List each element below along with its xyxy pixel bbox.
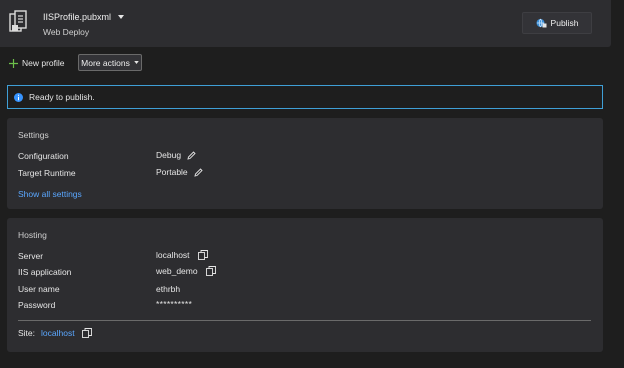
- configuration-text: Debug: [156, 150, 182, 160]
- more-actions-label: More actions: [81, 57, 130, 68]
- profile-selector[interactable]: IISProfile.pubxml: [43, 11, 125, 23]
- profile-file-icon: [9, 10, 29, 34]
- hosting-label-password: Password: [18, 300, 56, 310]
- hosting-label-iis-application: IIS application: [18, 267, 72, 277]
- new-profile-button[interactable]: New profile: [9, 56, 65, 70]
- plus-icon: [9, 58, 18, 68]
- header-panel: [0, 0, 611, 47]
- caret-down-icon: [134, 61, 139, 64]
- caret-down-icon[interactable]: [118, 15, 125, 19]
- settings-label-target-runtime: Target Runtime: [18, 168, 76, 178]
- show-all-settings-link[interactable]: Show all settings: [18, 189, 82, 199]
- server-value: localhost: [156, 250, 208, 260]
- hosting-label-server: Server: [18, 251, 44, 261]
- publish-icon: [536, 18, 547, 28]
- configuration-value: Debug: [156, 150, 196, 160]
- site-link[interactable]: localhost: [41, 328, 75, 338]
- site-row: Site: localhost: [18, 328, 92, 338]
- hosting-panel: Hosting Server localhost IIS application…: [7, 218, 603, 352]
- publish-button[interactable]: Publish: [522, 12, 592, 34]
- copy-icon[interactable]: [197, 250, 208, 260]
- user-name-value: ethrbh: [156, 284, 181, 294]
- profile-name: IISProfile.pubxml: [43, 12, 112, 22]
- info-icon: [14, 92, 23, 102]
- iis-application-value: web_demo: [156, 266, 216, 276]
- info-banner-text: Ready to publish.: [29, 92, 95, 102]
- profile-subtitle: Web Deploy: [43, 27, 90, 37]
- publish-label: Publish: [550, 18, 579, 28]
- copy-icon[interactable]: [205, 266, 216, 276]
- edit-pencil-icon[interactable]: [194, 167, 203, 177]
- edit-pencil-icon[interactable]: [187, 150, 196, 160]
- site-label: Site:: [18, 328, 36, 338]
- hosting-title: Hosting: [18, 230, 47, 240]
- target-runtime-text: Portable: [156, 167, 188, 177]
- server-text: localhost: [156, 250, 190, 260]
- settings-title: Settings: [18, 130, 49, 140]
- settings-label-configuration: Configuration: [18, 151, 69, 161]
- copy-icon[interactable]: [81, 328, 92, 338]
- target-runtime-value: Portable: [156, 167, 203, 177]
- info-banner: Ready to publish.: [7, 85, 603, 109]
- settings-panel: Settings Configuration Debug Target Runt…: [7, 118, 603, 209]
- password-value: **********: [156, 299, 193, 309]
- new-profile-label: New profile: [22, 58, 65, 68]
- more-actions-dropdown[interactable]: More actions: [78, 54, 142, 71]
- hosting-label-user-name: User name: [18, 284, 60, 294]
- divider: [18, 320, 591, 321]
- iis-application-text: web_demo: [156, 266, 198, 276]
